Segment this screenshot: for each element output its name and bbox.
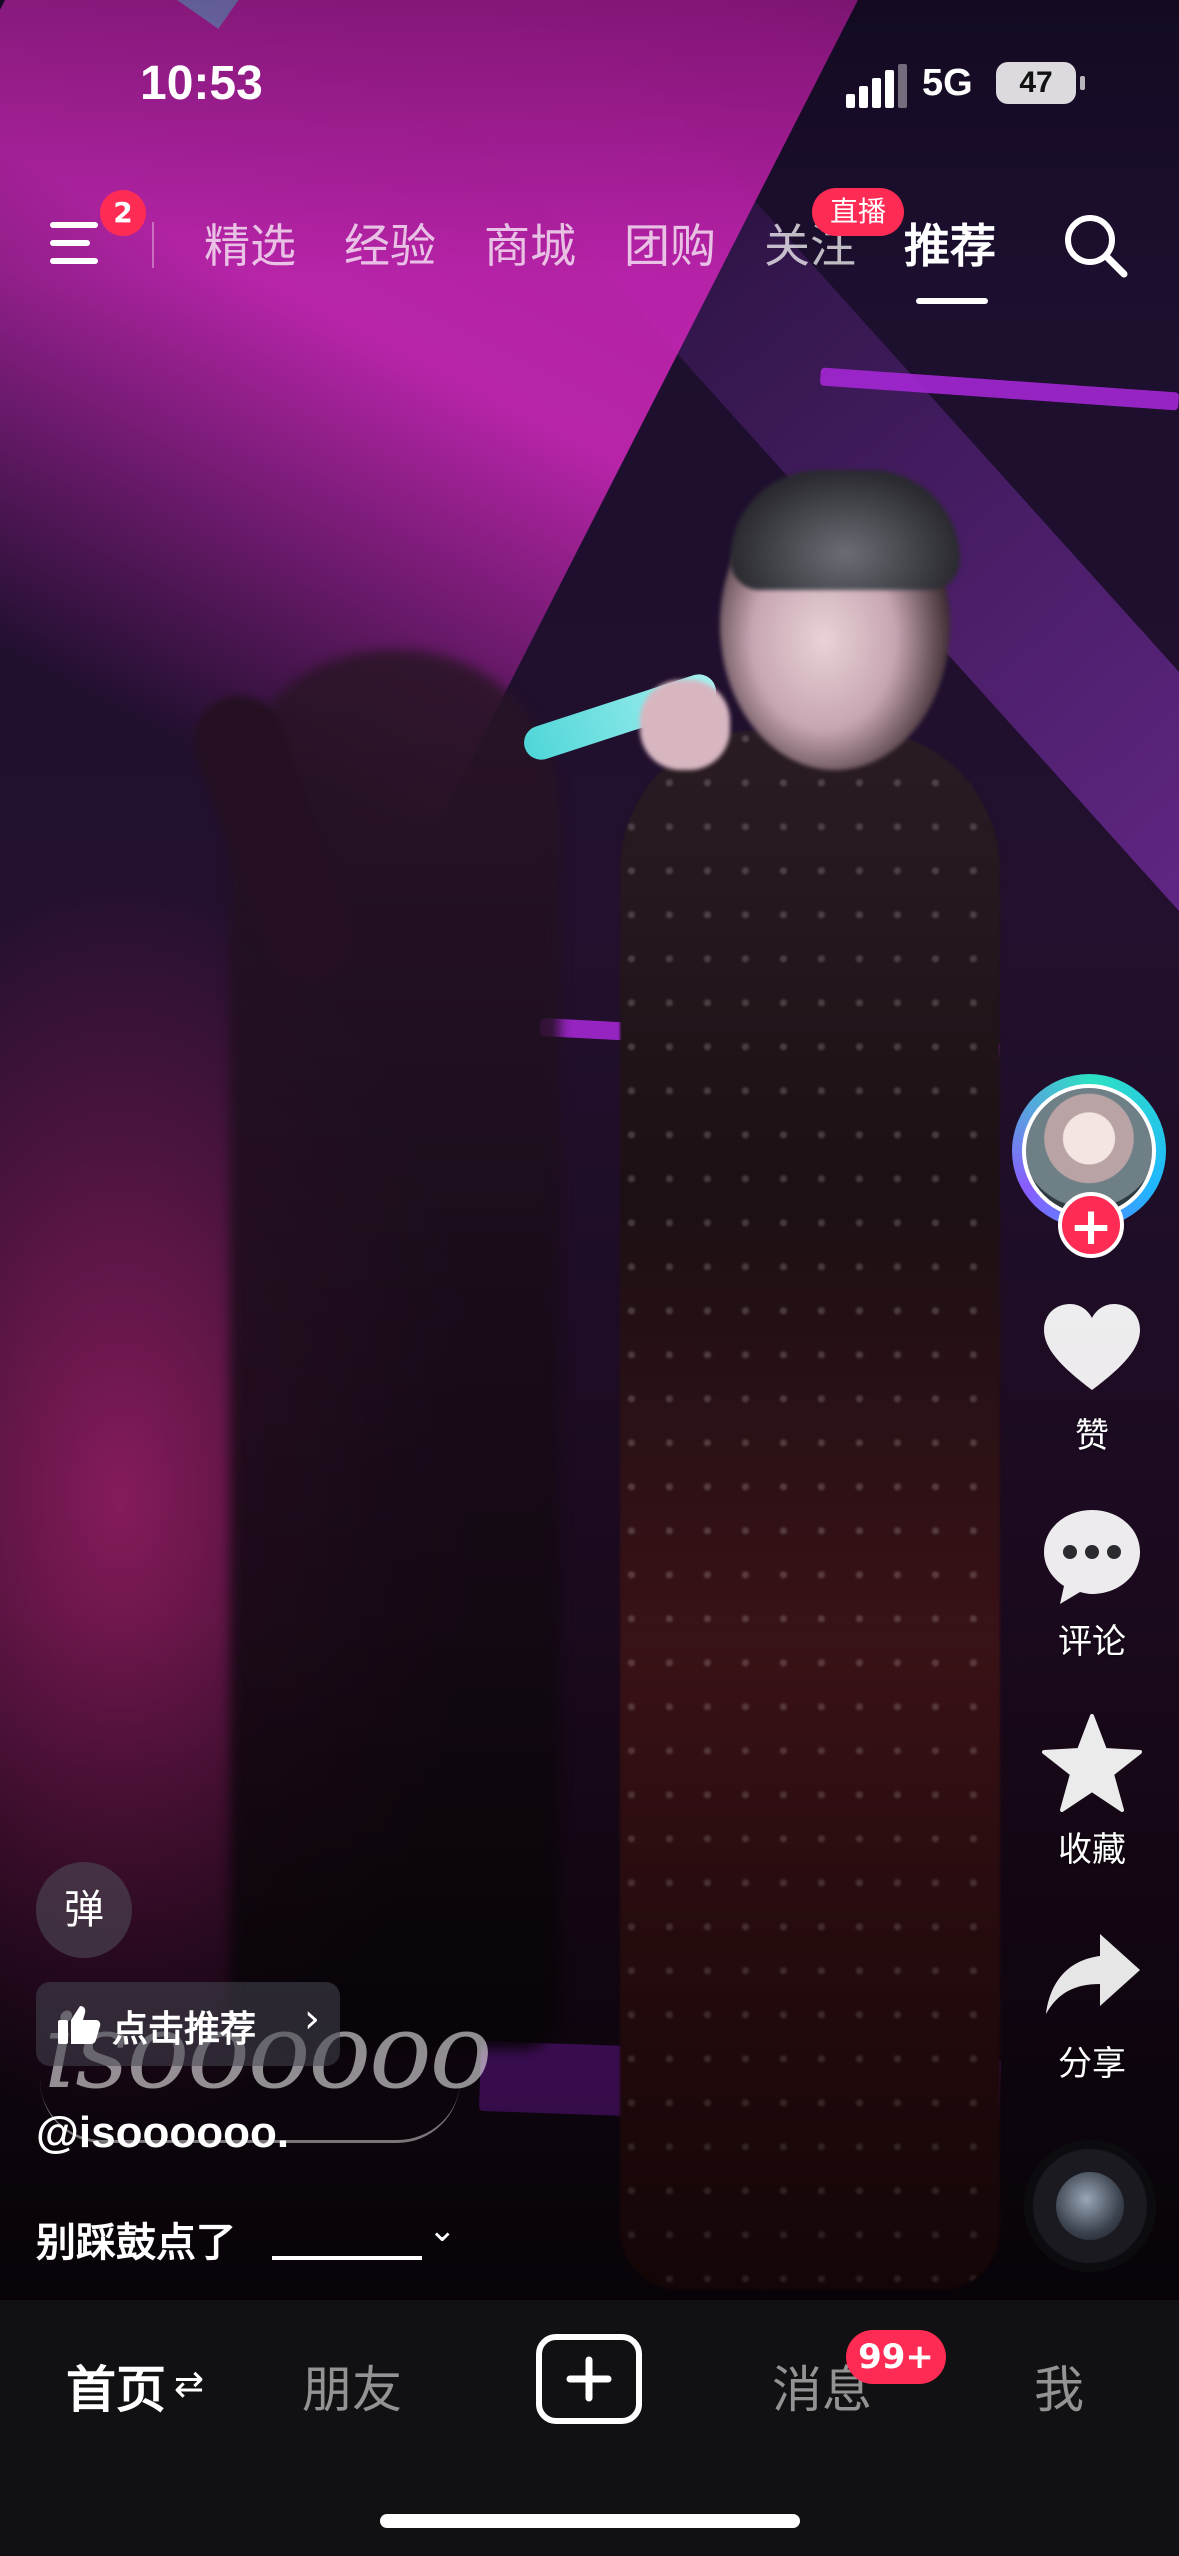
favorite-label: 收藏 <box>1058 1830 1126 1870</box>
video-vignette <box>0 0 1179 2300</box>
recommend-label: 点击推荐 <box>112 2009 257 2050</box>
danmaku-button[interactable]: 弹 <box>36 1862 132 1958</box>
plus-icon <box>566 2356 612 2402</box>
active-tab-indicator <box>916 298 988 304</box>
comment-icon[interactable] <box>1040 1504 1144 1608</box>
comment-label: 评论 <box>1058 1622 1126 1662</box>
caption-blank-line <box>272 2256 422 2260</box>
tab-friends[interactable]: 朋友 <box>302 2350 402 2422</box>
follow-plus-button[interactable]: + <box>1058 1192 1124 1258</box>
tab-recommend[interactable]: 推荐 <box>904 210 996 276</box>
chevron-down-icon[interactable]: ⌄ <box>428 2210 457 2250</box>
video-caption[interactable]: 别踩鼓点了 <box>36 2210 236 2268</box>
thumbs-up-icon <box>56 2002 102 2048</box>
tab-group-buy[interactable]: 团购 <box>624 210 716 276</box>
live-badge: 直播 <box>812 188 904 236</box>
music-cover <box>1056 2172 1124 2240</box>
search-icon[interactable] <box>1060 210 1130 280</box>
refresh-icon[interactable]: ⇄ <box>174 2364 204 2405</box>
messages-badge: 99+ <box>846 2330 946 2384</box>
tab-me[interactable]: 我 <box>1034 2350 1084 2422</box>
create-button[interactable] <box>536 2334 642 2424</box>
tab-experience[interactable]: 经验 <box>344 210 436 276</box>
share-icon[interactable] <box>1040 1926 1144 2030</box>
share-label: 分享 <box>1058 2044 1126 2084</box>
star-icon[interactable] <box>1040 1712 1144 1816</box>
chevron-right-icon: › <box>304 1996 320 2042</box>
heart-icon[interactable] <box>1040 1298 1144 1402</box>
video-player[interactable] <box>0 0 1179 2300</box>
menu-icon[interactable] <box>50 218 110 268</box>
tab-home[interactable]: 首页 <box>66 2350 166 2422</box>
nav-divider <box>152 222 154 268</box>
menu-notification-badge: 2 <box>100 190 146 236</box>
recommend-chip[interactable]: 点击推荐 › <box>36 1982 340 2066</box>
battery-nub <box>1080 76 1085 90</box>
tab-featured[interactable]: 精选 <box>204 210 296 276</box>
battery-icon: 47 <box>996 62 1076 104</box>
like-label: 赞 <box>1075 1416 1109 1456</box>
network-type: 5G <box>922 62 973 104</box>
status-time: 10:53 <box>140 57 263 110</box>
author-handle[interactable]: @isoooooo. <box>36 2108 289 2158</box>
home-indicator <box>380 2514 800 2528</box>
signal-icon <box>846 64 907 108</box>
tab-mall[interactable]: 商城 <box>484 210 576 276</box>
